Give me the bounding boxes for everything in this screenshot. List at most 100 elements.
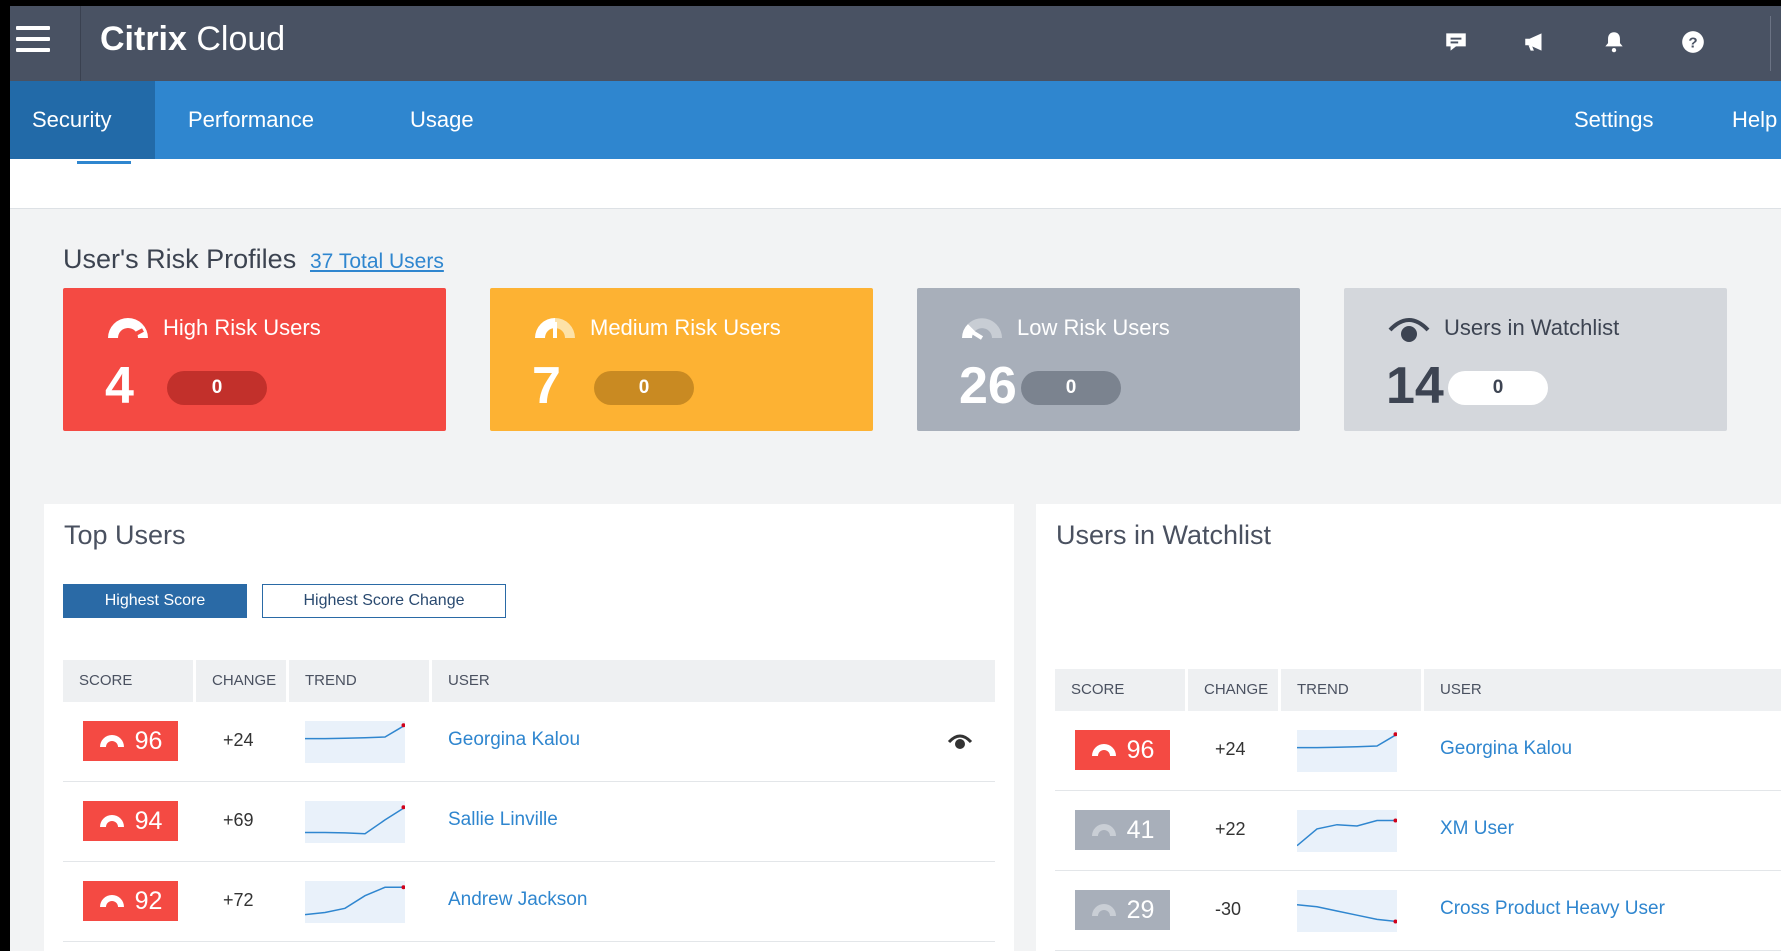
card-label: Low Risk Users: [1017, 315, 1170, 340]
card-label: High Risk Users: [163, 315, 321, 340]
col-change[interactable]: CHANGE: [196, 660, 289, 702]
trend-sparkline: [305, 885, 405, 916]
gauge-low-icon: [1091, 904, 1116, 916]
card-count: 14: [1386, 357, 1444, 415]
trend-sparkline: [305, 723, 405, 740]
top-users-panel: Top Users Highest Score Highest Score Ch…: [44, 504, 1014, 951]
trend-sparkline: [305, 805, 405, 835]
score-value: 96: [1126, 735, 1155, 764]
card-label: Medium Risk Users: [590, 315, 781, 340]
svg-text:?: ?: [1688, 34, 1697, 51]
sub-header: [10, 159, 1781, 209]
score-value: 92: [134, 886, 163, 915]
col-score[interactable]: SCORE: [1055, 669, 1188, 711]
highest-score-change-toggle[interactable]: Highest Score Change: [262, 584, 506, 618]
gauge-medium-icon: [535, 318, 575, 338]
tab-help[interactable]: Help: [1732, 81, 1777, 159]
score-badge[interactable]: 96: [1075, 730, 1170, 770]
trend-line: [305, 806, 405, 835]
tab-performance[interactable]: Performance: [188, 81, 314, 159]
watchlist-table-header: SCORE CHANGE TREND USER: [1055, 669, 1781, 711]
table-row[interactable]: 96 +24 Georgina Kalou: [63, 702, 995, 782]
total-users-link[interactable]: 37 Total Users: [310, 250, 444, 274]
topbar-divider: [80, 6, 81, 81]
high-risk-card[interactable]: High Risk Users 4 0: [63, 288, 446, 431]
card-count: 7: [532, 357, 561, 415]
score-value: 41: [1126, 815, 1155, 844]
user-link[interactable]: XM User: [1440, 818, 1514, 840]
hamburger-menu-icon[interactable]: [16, 26, 50, 58]
col-user[interactable]: USER: [432, 660, 995, 702]
card-change-badge: 0: [167, 371, 267, 405]
score-badge[interactable]: 92: [83, 881, 178, 921]
top-bar: Citrix Cloud ?: [10, 6, 1781, 81]
col-user[interactable]: USER: [1424, 669, 1781, 711]
trend-line: [1297, 733, 1397, 749]
col-trend[interactable]: TREND: [1281, 669, 1424, 711]
trend-cell: [305, 881, 405, 923]
table-row[interactable]: 41 +22 XM User: [1055, 791, 1781, 871]
col-score[interactable]: SCORE: [63, 660, 196, 702]
user-link[interactable]: Georgina Kalou: [1440, 738, 1572, 760]
tab-security[interactable]: Security: [10, 81, 155, 159]
score-value: 29: [1126, 895, 1155, 924]
score-value: 94: [134, 806, 163, 835]
table-row[interactable]: 92 +72 Andrew Jackson: [63, 862, 995, 942]
medium-risk-card[interactable]: Medium Risk Users 7 0: [490, 288, 873, 431]
trend-line: [305, 724, 405, 740]
gauge-high-icon: [99, 735, 124, 747]
help-icon[interactable]: ?: [1677, 24, 1709, 60]
user-link[interactable]: Sallie Linville: [448, 809, 558, 831]
trend-cell: [305, 721, 405, 763]
app-window: Citrix Cloud ? Security Performance Usag…: [10, 6, 1781, 951]
col-change[interactable]: CHANGE: [1188, 669, 1281, 711]
score-change: +24: [223, 730, 254, 750]
gauge-low-icon: [962, 318, 1002, 340]
trend-cell: [305, 801, 405, 843]
user-link[interactable]: Andrew Jackson: [448, 889, 587, 911]
trend-end-point: [1393, 818, 1397, 823]
score-badge[interactable]: 29: [1075, 890, 1170, 930]
tab-settings[interactable]: Settings: [1574, 81, 1654, 159]
user-link[interactable]: Georgina Kalou: [448, 729, 580, 751]
megaphone-icon[interactable]: [1519, 24, 1551, 60]
trend-cell: [1297, 810, 1397, 852]
score-badge[interactable]: 96: [83, 721, 178, 761]
score-badge[interactable]: 94: [83, 801, 178, 841]
eye-icon: [1388, 318, 1430, 342]
nav-bar: Security Performance Usage Settings Help: [10, 81, 1781, 159]
gauge-high-icon: [1091, 744, 1116, 756]
table-row[interactable]: 29 -30 Cross Product Heavy User: [1055, 871, 1781, 951]
chat-icon[interactable]: [1440, 24, 1472, 60]
gauge-high-icon: [99, 895, 124, 907]
score-change: +69: [223, 810, 254, 830]
topbar-divider-right: [1770, 16, 1771, 71]
header-icons: ?: [1440, 24, 1709, 60]
score-change: +24: [1215, 739, 1246, 759]
table-row[interactable]: 96 +24 Georgina Kalou: [1055, 711, 1781, 791]
sub-tab-indicator: [77, 161, 131, 164]
watchlist-eye-icon[interactable]: [945, 728, 975, 752]
card-change-badge: 0: [594, 371, 694, 405]
gauge-low-icon: [1091, 824, 1116, 836]
card-change-badge: 0: [1448, 371, 1548, 405]
trend-line: [1297, 903, 1397, 923]
trend-sparkline: [1297, 732, 1397, 749]
watchlist-card[interactable]: Users in Watchlist 14 0: [1344, 288, 1727, 431]
score-change: +72: [223, 890, 254, 910]
bell-icon[interactable]: [1598, 24, 1630, 60]
watchlist-title: Users in Watchlist: [1056, 520, 1272, 550]
user-link[interactable]: Cross Product Heavy User: [1440, 898, 1665, 920]
score-change: +22: [1215, 819, 1246, 839]
card-count: 4: [105, 357, 134, 415]
brand-logo: Citrix Cloud: [100, 20, 286, 58]
highest-score-toggle[interactable]: Highest Score: [63, 584, 247, 618]
tab-usage[interactable]: Usage: [410, 81, 474, 159]
gauge-high-icon: [99, 815, 124, 827]
low-risk-card[interactable]: Low Risk Users 26 0: [917, 288, 1300, 431]
col-trend[interactable]: TREND: [289, 660, 432, 702]
score-badge[interactable]: 41: [1075, 810, 1170, 850]
score-change: -30: [1215, 899, 1242, 919]
trend-sparkline: [1297, 818, 1397, 847]
table-row[interactable]: 94 +69 Sallie Linville: [63, 782, 995, 862]
